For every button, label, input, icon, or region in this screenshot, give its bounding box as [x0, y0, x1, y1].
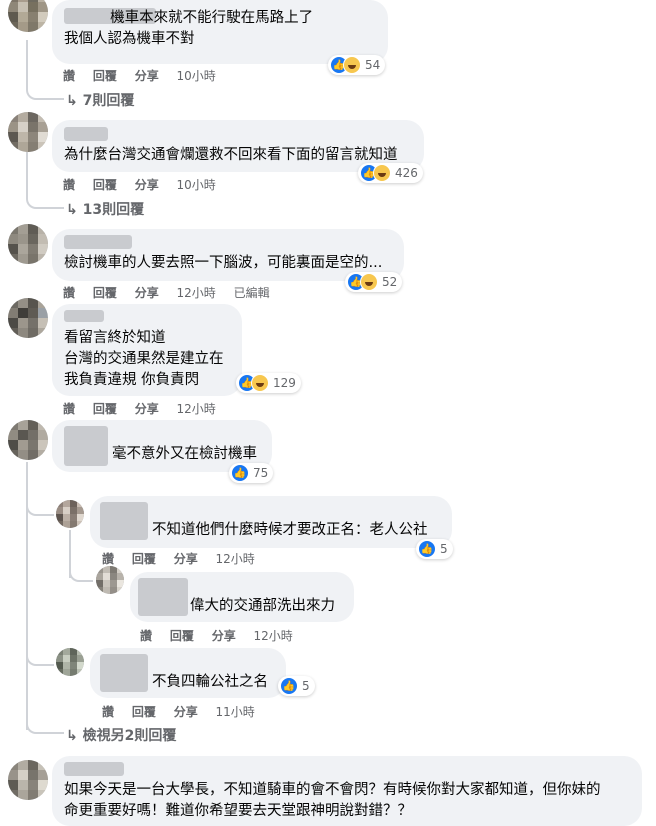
edited-label[interactable]: 已編輯 [234, 286, 270, 300]
view-replies-link[interactable]: ↳ 7則回覆 [66, 90, 134, 110]
reply-button[interactable]: 回覆 [93, 69, 117, 83]
share-button[interactable]: 分享 [135, 178, 159, 192]
avatar[interactable] [8, 0, 48, 32]
timestamp[interactable]: 12小時 [216, 552, 255, 566]
haha-icon [360, 273, 378, 291]
comment-text: 機車本來就不能行駛在馬路上了 我個人認為機車不對 [64, 10, 314, 47]
reply-button[interactable]: 回覆 [93, 402, 117, 416]
timestamp[interactable]: 12小時 [177, 286, 216, 300]
comment-actions: 讚 回覆 分享 12小時 已編輯 [63, 284, 284, 301]
reply-button[interactable]: 回覆 [93, 286, 117, 300]
reply-actions: 讚 回覆 分享 12小時 [102, 550, 269, 567]
reply-button[interactable]: 回覆 [132, 705, 156, 719]
timestamp[interactable]: 11小時 [216, 705, 255, 719]
reply-arrow-icon: ↳ [66, 202, 83, 218]
avatar[interactable] [8, 224, 48, 264]
commenter-name[interactable] [138, 578, 188, 616]
like-button[interactable]: 讚 [63, 69, 75, 83]
comment-text: 如果今天是一台大學長，不知道騎車的會不會閃？有時候你對大家都知道，但你妹的 命更… [64, 782, 601, 819]
commenter-name[interactable] [64, 310, 104, 322]
comment-actions: 讚 回覆 分享 12小時 [63, 400, 230, 417]
comment-text: 為什麼台灣交通會爛還救不回來看下面的留言就知道 [64, 147, 398, 163]
share-button[interactable]: 分享 [135, 286, 159, 300]
thread-line [26, 40, 64, 100]
reaction-summary[interactable]: 👍 52 [345, 272, 403, 292]
comment-text: 檢討機車的人要去照一下腦波，可能裏面是空的... [64, 255, 383, 271]
like-button[interactable]: 讚 [140, 629, 152, 643]
reply-button[interactable]: 回覆 [132, 552, 156, 566]
reply-actions: 讚 回覆 分享 11小時 [102, 703, 269, 720]
comment-text: 毫不意外又在檢討機車 [112, 446, 257, 462]
timestamp[interactable]: 12小時 [177, 402, 216, 416]
reply-arrow-icon: ↳ [66, 93, 83, 109]
haha-icon [343, 56, 361, 74]
reply-connector [26, 470, 54, 516]
reaction-summary[interactable]: 👍 426 [358, 163, 423, 183]
reaction-summary[interactable]: 👍 75 [229, 463, 274, 483]
timestamp[interactable]: 10小時 [177, 69, 216, 83]
view-more-replies-link[interactable]: ↳ 檢視另2則回覆 [66, 725, 176, 745]
reaction-summary[interactable]: 👍 5 [278, 676, 315, 696]
view-replies-link[interactable]: ↳ 13則回覆 [66, 199, 144, 219]
avatar[interactable] [56, 500, 84, 528]
reply-actions: 讚 回覆 分享 12小時 [140, 627, 307, 644]
reply-connector [26, 640, 54, 666]
reply-text: 偉大的交通部洗出來力 [190, 598, 335, 614]
like-icon: 👍 [231, 464, 249, 482]
comment-actions: 讚 回覆 分享 10小時 [63, 67, 230, 84]
reaction-summary[interactable]: 👍 129 [236, 373, 301, 393]
haha-icon [373, 164, 391, 182]
reaction-summary[interactable]: 👍 5 [416, 539, 453, 559]
like-button[interactable]: 讚 [63, 402, 75, 416]
avatar[interactable] [8, 760, 48, 800]
share-button[interactable]: 分享 [174, 552, 198, 566]
thread-line [26, 710, 64, 734]
timestamp[interactable]: 10小時 [177, 178, 216, 192]
haha-icon [251, 374, 269, 392]
commenter-name[interactable] [100, 654, 148, 692]
like-button[interactable]: 讚 [63, 286, 75, 300]
like-icon: 👍 [280, 677, 298, 695]
share-button[interactable]: 分享 [135, 69, 159, 83]
avatar[interactable] [8, 298, 48, 338]
commenter-name[interactable] [64, 762, 124, 776]
timestamp[interactable]: 12小時 [254, 629, 293, 643]
reply-arrow-icon: ↳ [66, 728, 83, 744]
avatar[interactable] [96, 566, 124, 594]
reply-button[interactable]: 回覆 [170, 629, 194, 643]
like-button[interactable]: 讚 [63, 178, 75, 192]
share-button[interactable]: 分享 [212, 629, 236, 643]
reaction-summary[interactable]: 👍 54 [328, 55, 386, 75]
avatar[interactable] [56, 648, 84, 676]
commenter-name[interactable] [64, 127, 108, 141]
commenter-name[interactable] [64, 235, 132, 249]
commenter-name[interactable] [100, 502, 148, 540]
commenter-name[interactable] [64, 426, 108, 466]
reply-text: 不負四輪公社之名 [152, 674, 268, 690]
reply-connector [69, 560, 93, 582]
share-button[interactable]: 分享 [135, 402, 159, 416]
like-button[interactable]: 讚 [102, 705, 114, 719]
thread-line [26, 152, 64, 209]
comment-actions: 讚 回覆 分享 10小時 [63, 176, 230, 193]
comment-text: 看留言終於知道 台灣的交通果然是建立在 我負責違規 你負責閃 [64, 330, 224, 388]
like-icon: 👍 [418, 540, 436, 558]
reply-text: 不知道他們什麼時候才要改正名：老人公社 [152, 522, 428, 538]
share-button[interactable]: 分享 [174, 705, 198, 719]
reply-button[interactable]: 回覆 [93, 178, 117, 192]
avatar[interactable] [8, 420, 48, 460]
avatar[interactable] [8, 112, 48, 152]
like-button[interactable]: 讚 [102, 552, 114, 566]
